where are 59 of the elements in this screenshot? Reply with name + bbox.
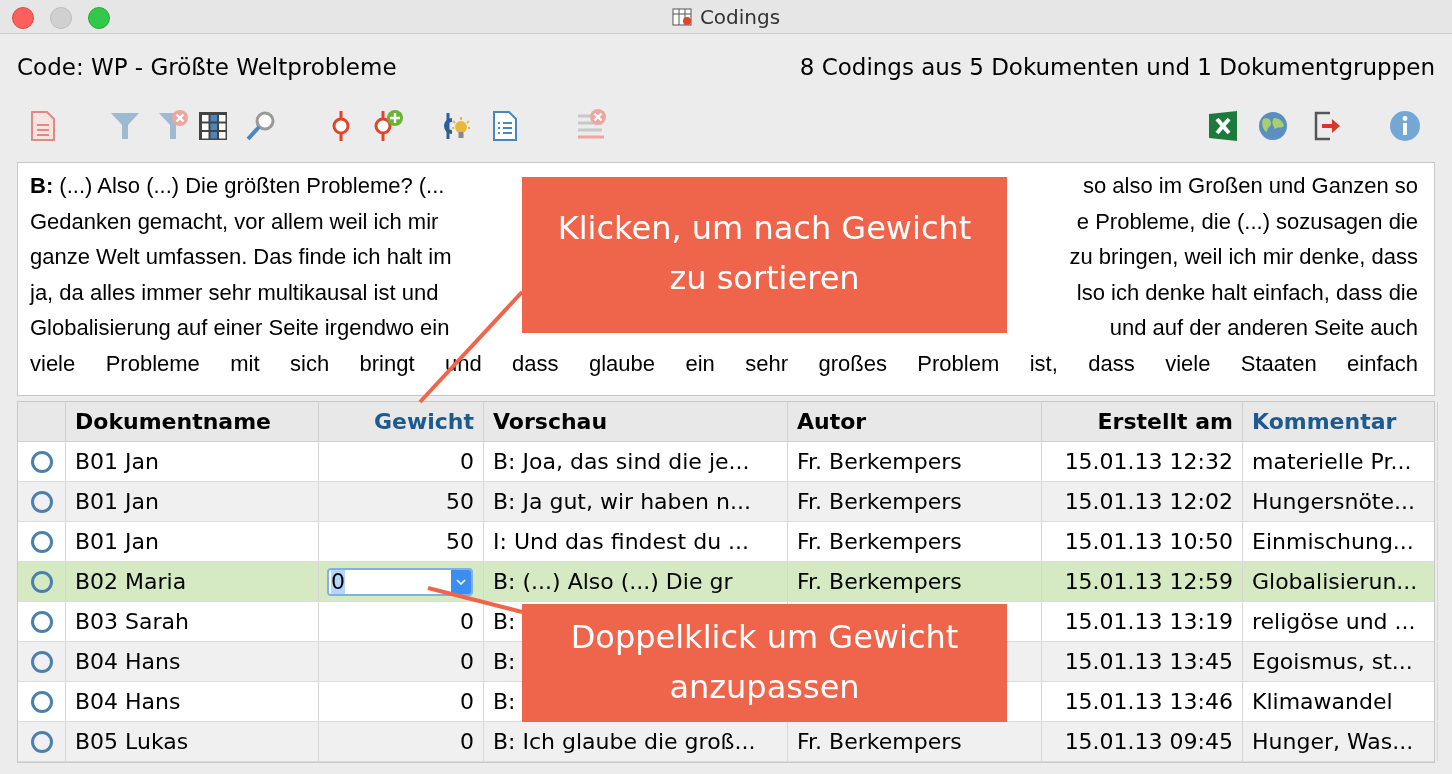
table-cell-text: 15.01.13 13:45: [1064, 648, 1233, 676]
table-cell-text: 0: [460, 608, 474, 636]
paragraph-text: zu bringen, weil ich mir denke, dass: [1069, 243, 1418, 271]
table-cell-text: Fr. Berkempers: [797, 528, 962, 556]
table-cell-text: 0: [460, 448, 474, 476]
table-cell-text: 0: [460, 648, 474, 676]
table-cell-text: B04 Hans: [75, 648, 181, 676]
table-cell-text: religöse und ...: [1252, 608, 1416, 636]
table-cell-text: B: Ich glaube die groß...: [493, 728, 756, 756]
table-cell-text: B03 Sarah: [75, 608, 189, 636]
table-cell-text: 15.01.13 12:02: [1064, 488, 1233, 516]
paragraph-text: lso ich denke halt einfach, dass die: [1076, 278, 1418, 307]
hint-tooltip: Doppelklick um Gewicht anzupassen: [522, 604, 1007, 722]
table-cell-text: Fr. Berkempers: [797, 728, 962, 756]
window-title: Codings: [699, 3, 781, 31]
table-cell-text: B02 Maria: [75, 568, 187, 596]
table-cell-text: Hunger, Was...: [1252, 728, 1414, 756]
table-cell-text: B05 Lukas: [75, 728, 189, 756]
table-cell-text: 50: [446, 528, 474, 556]
codings-summary: 8 Codings aus 5 Dokumenten und 1 Dokumentgruppen: [799, 52, 1435, 82]
table-cell-text: 0: [460, 688, 474, 716]
paragraph-text: B: (...) Also (...) Die größten Probleme? (...: [30, 172, 445, 200]
table-cell-text: B:: [493, 688, 516, 716]
table-cell-text: B01 Jan: [75, 528, 159, 556]
table-cell-text: Fr. Berkempers: [797, 568, 962, 596]
table-cell-text: Fr. Berkempers: [797, 448, 962, 476]
paragraph-text: Globalisierung auf einer Seite irgendwo ein: [30, 314, 450, 342]
paragraph-text: e Probleme, die (...) sozusagen die: [1076, 207, 1418, 236]
table-cell-text: Egoismus, st...: [1252, 648, 1413, 676]
code-label: Code: WP - Größte Weltprobleme: [17, 52, 397, 82]
table-cell-text: Hungersnöte...: [1252, 488, 1415, 516]
table-cell-text: 50: [446, 488, 474, 516]
paragraph-text: ganze Welt umfassen. Das finde ich halt im: [30, 243, 452, 271]
table-cell-text: Globalisierun...: [1252, 568, 1418, 596]
table-cell-text: Klimawandel: [1252, 688, 1393, 716]
table-cell-text: 15.01.13 13:46: [1064, 688, 1233, 716]
table-cell-text: B: (...) Also (...) Die gr: [493, 568, 733, 596]
table-cell-text: B01 Jan: [75, 488, 159, 516]
table-cell-text: 15.01.13 10:50: [1064, 528, 1233, 556]
table-cell-text: Einmischung...: [1252, 528, 1414, 556]
table-cell-text: B:: [493, 608, 516, 636]
table-cell-text: Fr. Berkempers: [797, 488, 962, 516]
table-cell-text: 0: [460, 728, 474, 756]
table-cell-text: B:: [493, 648, 516, 676]
paragraph-text: so also im Großen und Ganzen so: [1082, 172, 1418, 200]
table-cell-text: 15.01.13 13:19: [1064, 608, 1233, 636]
table-cell-text: materielle Pr...: [1252, 448, 1412, 476]
table-cell-text: B04 Hans: [75, 688, 181, 716]
table-cell-text: 15.01.13 09:45: [1064, 728, 1233, 756]
table-cell-text: 15.01.13 12:32: [1064, 448, 1233, 476]
table-cell-text: B01 Jan: [75, 448, 159, 476]
table-cell-text: I: Und das findest du ...: [493, 528, 750, 556]
table-cell-text: 15.01.13 12:59: [1064, 568, 1233, 596]
paragraph-text: Gedanken gemacht, vor allem weil ich mir: [30, 207, 439, 236]
table-cell-text: B: Joa, das sind die je...: [493, 448, 750, 476]
hint-tooltip: Klicken, um nach Gewicht zu sortieren: [522, 177, 1007, 333]
paragraph-text: ja, da alles immer sehr multikausal ist und: [30, 278, 439, 307]
paragraph-text: und auf der anderen Seite auch: [1109, 314, 1418, 342]
table-cell-text: B: Ja gut, wir haben n...: [493, 488, 751, 516]
